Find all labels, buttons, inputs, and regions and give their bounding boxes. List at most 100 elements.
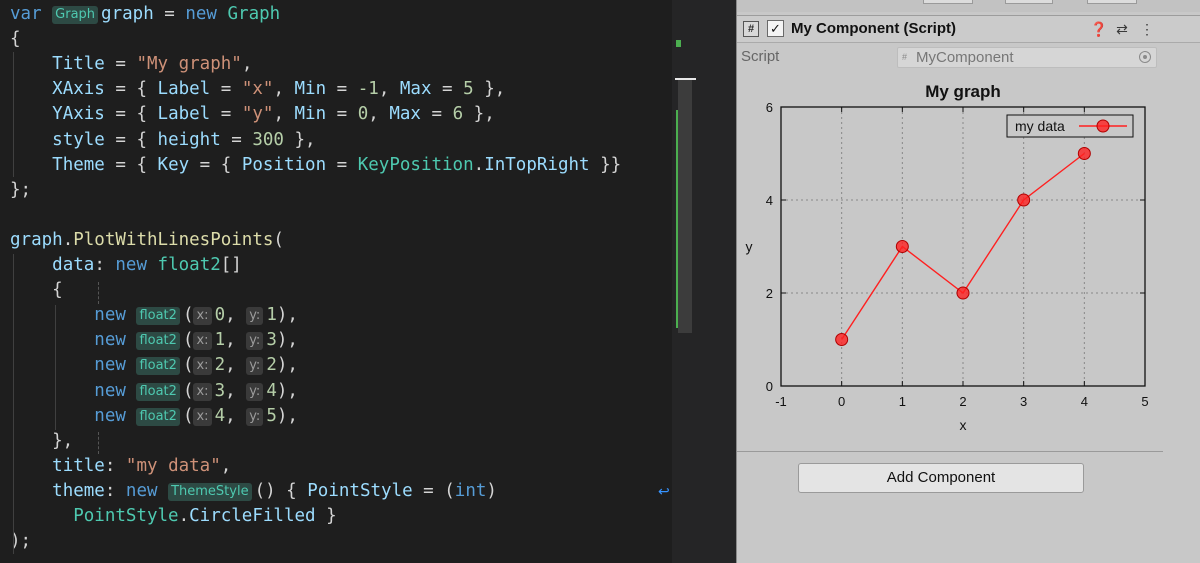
add-component-button[interactable]: Add Component: [798, 463, 1084, 493]
code-token: KeyPosition: [357, 154, 474, 175]
code-line[interactable]: title: "my data",: [10, 454, 231, 479]
git-change-marker: [676, 40, 681, 47]
code-editor[interactable]: var Graph graph = new Graph{ Title = "My …: [0, 0, 672, 563]
type-inlay-hint: ThemeStyle: [168, 482, 252, 501]
code-token: ),: [276, 355, 298, 376]
type-inlay-hint: float2: [136, 332, 180, 351]
object-picker-icon[interactable]: [1139, 51, 1151, 63]
code-token: (: [182, 355, 194, 376]
code-token: 5: [266, 405, 277, 426]
code-token: ,: [225, 330, 247, 351]
parameter-inlay-hint: x:: [193, 382, 212, 401]
toolbar-button[interactable]: [923, 0, 973, 4]
code-token: "y": [241, 104, 274, 125]
code-token: () {: [254, 480, 308, 501]
code-token: },: [473, 79, 506, 100]
code-line[interactable]: {: [10, 27, 21, 52]
code-token: 3: [214, 380, 226, 401]
code-token: = {: [104, 79, 158, 100]
parameter-inlay-hint: x:: [193, 307, 212, 326]
code-line[interactable]: XAxis = { Label = "x", Min = -1, Max = 5…: [10, 77, 505, 102]
code-token: ),: [276, 330, 298, 351]
code-token: new: [185, 4, 228, 24]
code-line[interactable]: {: [10, 278, 63, 303]
toolbar-button[interactable]: [1087, 0, 1137, 4]
code-line[interactable]: Theme = { Key = { Position = KeyPosition…: [10, 153, 621, 178]
code-line[interactable]: },: [10, 429, 73, 454]
code-line[interactable]: var Graph graph = new Graph: [10, 2, 280, 27]
parameter-inlay-hint: x:: [193, 407, 212, 426]
parameter-inlay-hint: y:: [246, 332, 264, 351]
code-line[interactable]: new float2(x: 0, y: 1),: [10, 303, 298, 328]
help-icon[interactable]: ❓: [1090, 20, 1107, 38]
code-line[interactable]: new float2(x: 1, y: 3),: [10, 328, 298, 353]
indent-guide: [13, 254, 14, 554]
code-token: XAxis: [52, 79, 105, 100]
code-token: Max: [399, 79, 432, 100]
code-line[interactable]: style = { height = 300 },: [10, 128, 315, 153]
code-token: graph: [10, 229, 63, 250]
code-token: "my data": [125, 455, 221, 476]
data-point: [956, 286, 970, 300]
code-token: var: [10, 4, 53, 24]
script-object-field[interactable]: # MyComponent: [897, 47, 1157, 68]
code-token: {: [10, 280, 63, 301]
code-line[interactable]: PointStyle.CircleFilled }: [10, 504, 336, 529]
inspector-panel: # ✓ My Component (Script) ❓ ⇄ ⋮ Script #…: [736, 0, 1200, 563]
code-token: new: [94, 405, 137, 426]
code-token: Title: [52, 54, 105, 75]
code-token: =: [420, 104, 453, 125]
code-token: Label: [157, 104, 211, 125]
code-line[interactable]: Title = "My graph",: [10, 52, 252, 77]
code-token: =: [104, 54, 137, 75]
script-field-row: Script # MyComponent: [737, 46, 1200, 68]
code-token: =: [210, 104, 242, 125]
code-token: = (: [412, 480, 455, 501]
context-menu-icon[interactable]: ⋮: [1139, 20, 1155, 38]
code-token: float2: [157, 255, 221, 275]
code-line[interactable]: new float2(x: 4, y: 5),: [10, 404, 298, 429]
component-enabled-checkbox[interactable]: ✓: [767, 20, 784, 37]
indent-guide: [98, 432, 99, 454]
toolbar-button[interactable]: [1005, 0, 1053, 4]
y-tick-label: 2: [766, 286, 773, 301]
code-token: ,: [225, 380, 247, 401]
script-label: Script: [741, 48, 780, 65]
code-token: Graph: [227, 4, 281, 24]
code-token: };: [10, 179, 32, 200]
code-token: Label: [157, 79, 211, 100]
parameter-inlay-hint: x:: [193, 357, 212, 376]
code-token: .: [473, 154, 485, 175]
code-token: ,: [273, 104, 295, 125]
code-token: =: [210, 79, 242, 100]
code-token: {: [10, 29, 21, 50]
code-token: ,: [241, 54, 253, 75]
type-inlay-hint: float2: [136, 307, 180, 326]
code-token: YAxis: [52, 104, 105, 125]
presets-icon[interactable]: ⇄: [1114, 20, 1130, 38]
editor-scrollbar-thumb[interactable]: [678, 78, 692, 333]
code-token: Key: [157, 154, 190, 175]
code-line[interactable]: YAxis = { Label = "y", Min = 0, Max = 6 …: [10, 102, 495, 127]
code-line[interactable]: new float2(x: 3, y: 4),: [10, 379, 298, 404]
x-tick-label: 2: [959, 394, 966, 409]
code-line[interactable]: };: [10, 178, 31, 203]
word-wrap-icon: ↩: [658, 484, 670, 500]
component-header[interactable]: # ✓ My Component (Script) ❓ ⇄ ⋮: [737, 15, 1200, 43]
code-token: title: [52, 455, 105, 476]
code-line[interactable]: graph.PlotWithLinesPoints(: [10, 228, 284, 253]
code-token: PlotWithLinesPoints: [73, 229, 274, 250]
code-line[interactable]: theme: new ThemeStyle() { PointStyle = (…: [10, 479, 497, 504]
code-line[interactable]: data: new float2[]: [10, 253, 242, 278]
code-token: (: [182, 380, 194, 401]
code-token: ,: [273, 79, 295, 100]
code-line[interactable]: new float2(x: 2, y: 2),: [10, 353, 298, 378]
code-token: 1: [266, 305, 277, 326]
code-token: Min: [294, 79, 327, 100]
code-token: =: [326, 104, 358, 125]
script-file-icon: #: [902, 52, 908, 62]
